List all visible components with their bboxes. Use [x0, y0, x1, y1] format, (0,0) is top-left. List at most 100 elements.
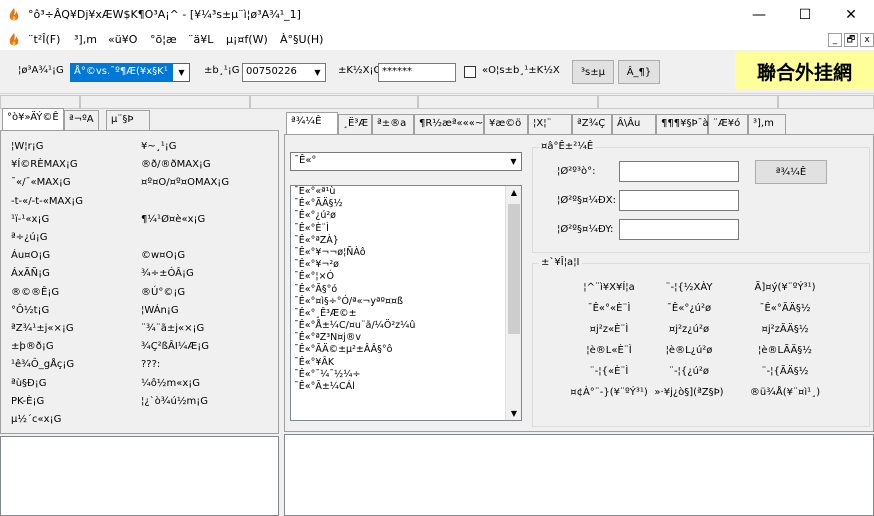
target-y-label: ¦Ø²º§¤¼ÐY:	[557, 224, 614, 235]
tab-right-3[interactable]: ¶R½æª«««~	[414, 114, 484, 134]
move-button[interactable]: ª¾¼Ê	[755, 160, 827, 184]
attribute-label: ªZ¾¹±j«×¡G	[11, 323, 74, 334]
server-select[interactable]: Å°©vs.¯º¶Æ(¥x§K¹ ▼	[70, 63, 190, 82]
chevron-down-icon[interactable]: ▼	[505, 153, 521, 170]
password-field[interactable]: ******	[378, 63, 456, 82]
attribute-label: ®ð/®ðMAX¡G	[141, 159, 211, 171]
target-map-field[interactable]	[619, 161, 739, 182]
list-item[interactable]: ¯Ê«°¯¼¯½¼÷	[291, 369, 505, 381]
status-cell	[250, 95, 418, 109]
location-listbox[interactable]: ¯Ê«°«ª¹ù ¯Ê«°ÃÄ§½ ¯Ê«°¿ú²ø ¯Ê«°È¨Ì ¯Ê«°ªZÀ} ¯…	[290, 185, 522, 421]
menu-bar: ¨t²Î(F) ³],m «ü¥O °õ¦æ ¨ä¥L µ¡¤f(W) À°§U…	[0, 30, 874, 50]
tab-right-9[interactable]: ¨Æ¥ó	[708, 114, 748, 134]
tab-right-1[interactable]: ¸Ë³Æ	[338, 114, 372, 134]
menu-execute[interactable]: °õ¦æ	[150, 33, 177, 46]
list-item[interactable]: ¯Ê«°ªZ³N¤j®v	[291, 332, 505, 344]
attribute-label: ®©®Ê¡G	[11, 286, 60, 298]
place-link[interactable]: ®ü¾Å(¥¨¤ì¹¸)	[735, 387, 835, 398]
list-scrollbar[interactable]: ▲ ▼	[505, 186, 521, 420]
tab-right-5[interactable]: ¦X¦¨	[528, 114, 572, 134]
list-item[interactable]: ¯Ê«°¥¬¬ø¦ÑÀô	[291, 247, 505, 259]
list-item[interactable]: ¯Ê«°¸Ê³Æ©±	[291, 308, 505, 320]
list-item[interactable]: ¯Ê«°ÃÄ§½	[291, 198, 505, 210]
title-bar: °ô³÷ÂQ¥Dj¥xÆW$K¶O³A¡^ - [¥¼³s±µ¨ì¦ø³A¾¹_…	[0, 0, 874, 30]
list-item[interactable]: ¯Ê«°ÃÄ©±µ²±ÂÂ§°ô	[291, 344, 505, 356]
attribute-label: Áu¤O¡G	[11, 250, 51, 262]
target-y-field[interactable]	[619, 219, 739, 240]
place-link[interactable]: ¯Ê«°¿ú²ø	[639, 303, 739, 314]
list-item[interactable]: ¯Ê«°È¨Ì	[291, 223, 505, 235]
place-link[interactable]: ¤j²z¿ú²ø	[639, 324, 739, 335]
place-link[interactable]: ¨-¦{ÃÄ§½	[735, 366, 835, 377]
right-panel: ª¾¼Ê ¸Ë³Æ ª±®a ¶R½æª«««~ ¥æ©ö ¦X¦¨ ªZ¾Ç Â\Âu ¶¶¶…	[284, 112, 874, 432]
menu-other[interactable]: ¨ä¥L	[188, 33, 213, 46]
minimize-button[interactable]: —	[736, 0, 782, 30]
attribute-label: ¾÷±ÓÂ¡G	[141, 268, 194, 280]
list-item[interactable]: ¯Ê«°¦×Ó	[291, 271, 505, 283]
save-credentials-checkbox[interactable]	[464, 66, 476, 78]
place-link[interactable]: ¦è®L¿ú²ø	[639, 345, 739, 356]
scroll-down-icon[interactable]: ▼	[506, 409, 521, 418]
tab-right-7[interactable]: Â\Âu	[612, 114, 656, 134]
place-link[interactable]: ¨-¦{½XÀY	[639, 282, 739, 293]
attribute-label: ¶¼¹Ø¤è«x¡G	[141, 213, 206, 225]
attribute-label: ¾Ç²ßÂI¼Æ¡G	[141, 341, 209, 353]
place-link[interactable]: »·¥j¿ò§](ªZ§Þ)	[639, 387, 739, 398]
list-item[interactable]: ¯Ê«°ªZÀ}	[291, 235, 505, 247]
tab-basic-attributes[interactable]: °ò¥»ÄÝ©Ê	[2, 108, 64, 130]
tab-right-10[interactable]: ³],m	[748, 114, 786, 134]
menu-settings[interactable]: ³],m	[74, 33, 97, 46]
window-title: °ô³÷ÂQ¥Dj¥xÆW$K¶O³A¡^ - [¥¼³s±µ¨ì¦ø³A¾¹_…	[28, 8, 301, 21]
tab-right-2[interactable]: ª±®a	[372, 114, 414, 134]
attribute-label: ¼ô½m«x¡G	[141, 377, 201, 389]
place-link[interactable]: Ã]¤ý(¥¨ºÝ³¹)	[735, 282, 835, 293]
tab-right-6[interactable]: ªZ¾Ç	[572, 114, 612, 134]
account-select[interactable]: 00750226 ▼	[242, 63, 326, 82]
menu-help[interactable]: À°§U(H)	[280, 33, 323, 46]
attribute-label: ª÷¿ú¡G	[11, 232, 48, 243]
list-item[interactable]: ¯Ê«°¥¬²ø	[291, 259, 505, 271]
list-item[interactable]: ¯Ê«°«ª¹ù	[291, 186, 505, 198]
mdi-close-button[interactable]: x	[860, 33, 874, 47]
chevron-down-icon[interactable]: ▼	[173, 64, 189, 81]
target-x-field[interactable]	[619, 190, 739, 211]
app-flame-icon	[9, 33, 19, 46]
tab-right-4[interactable]: ¥æ©ö	[484, 114, 528, 134]
list-item[interactable]: ¯Ê«°¥ÂK	[291, 357, 505, 369]
list-item[interactable]: ¯Ê«°Ã§°ó	[291, 284, 505, 296]
right-log-area	[284, 434, 874, 516]
menu-command[interactable]: «ü¥O	[108, 33, 137, 46]
chevron-down-icon[interactable]: ▼	[309, 64, 325, 81]
location-category-select[interactable]: ¯Ê«° ▼	[290, 152, 522, 171]
save-credentials-label: «O¦s±b¸¹±K½X	[482, 65, 560, 76]
status-cell	[778, 95, 874, 109]
list-item[interactable]: ¯Ê«°Ã±¼CÁl	[291, 381, 505, 393]
status-cell	[0, 95, 80, 109]
tab-status[interactable]: ª¬ºA	[64, 110, 99, 130]
connect-button[interactable]: ³s±µ	[572, 60, 614, 84]
manual-move-group: ¤â°Ê±²¼Ê ¦Ø²º³ò°: ¦Ø²º§¤¼ÐX: ¦Ø²º§¤¼ÐY: …	[532, 141, 870, 253]
attribute-label: -t-«/-t-«MAX¡G	[11, 195, 83, 207]
list-item[interactable]: ¯Ê«°¿ú²ø	[291, 210, 505, 222]
mdi-restore-button[interactable]: 🗗	[844, 33, 858, 47]
menu-system[interactable]: ¨t²Î(F)	[28, 33, 60, 46]
place-link[interactable]: ¨-¦{¿ú²ø	[639, 366, 739, 377]
place-link[interactable]: ¦è®LÃÄ§½	[735, 345, 835, 356]
mdi-minimize-button[interactable]: _	[828, 33, 842, 47]
list-item[interactable]: ¯Ê«°¤ì§÷°Ó/ª«¬yªº¤¤ß	[291, 296, 505, 308]
menu-window[interactable]: µ¡¤f(W)	[226, 33, 268, 46]
list-item[interactable]: ¯Ê«°Å±¼C/¤u¨ã/¼Ö²z¼û	[291, 320, 505, 332]
scroll-up-icon[interactable]: ▲	[506, 188, 521, 197]
tab-right-0[interactable]: ª¾¼Ê	[286, 112, 338, 134]
place-link[interactable]: ¯Ê«°ÃÄ§½	[735, 303, 835, 314]
disconnect-button[interactable]: Â_¶}	[618, 60, 660, 84]
place-link[interactable]: ¤j²zÃÄ§½	[735, 324, 835, 335]
close-button[interactable]: ✕	[828, 0, 874, 30]
tab-skills[interactable]: µ¨§Þ	[106, 110, 150, 130]
scrollbar-thumb[interactable]	[508, 204, 520, 334]
tab-right-8[interactable]: ¶¶¶¥§Þ¯à	[656, 114, 709, 134]
target-x-label: ¦Ø²º§¤¼ÐX:	[557, 195, 616, 206]
maximize-button[interactable]: ☐	[782, 0, 828, 30]
attribute-label: PK-È¡G	[11, 395, 45, 407]
move-pane: ¯Ê«° ▼ ¯Ê«°«ª¹ù ¯Ê«°ÃÄ§½ ¯Ê«°¿ú²ø ¯Ê«°È¨Ì ¯Ê…	[284, 134, 874, 432]
